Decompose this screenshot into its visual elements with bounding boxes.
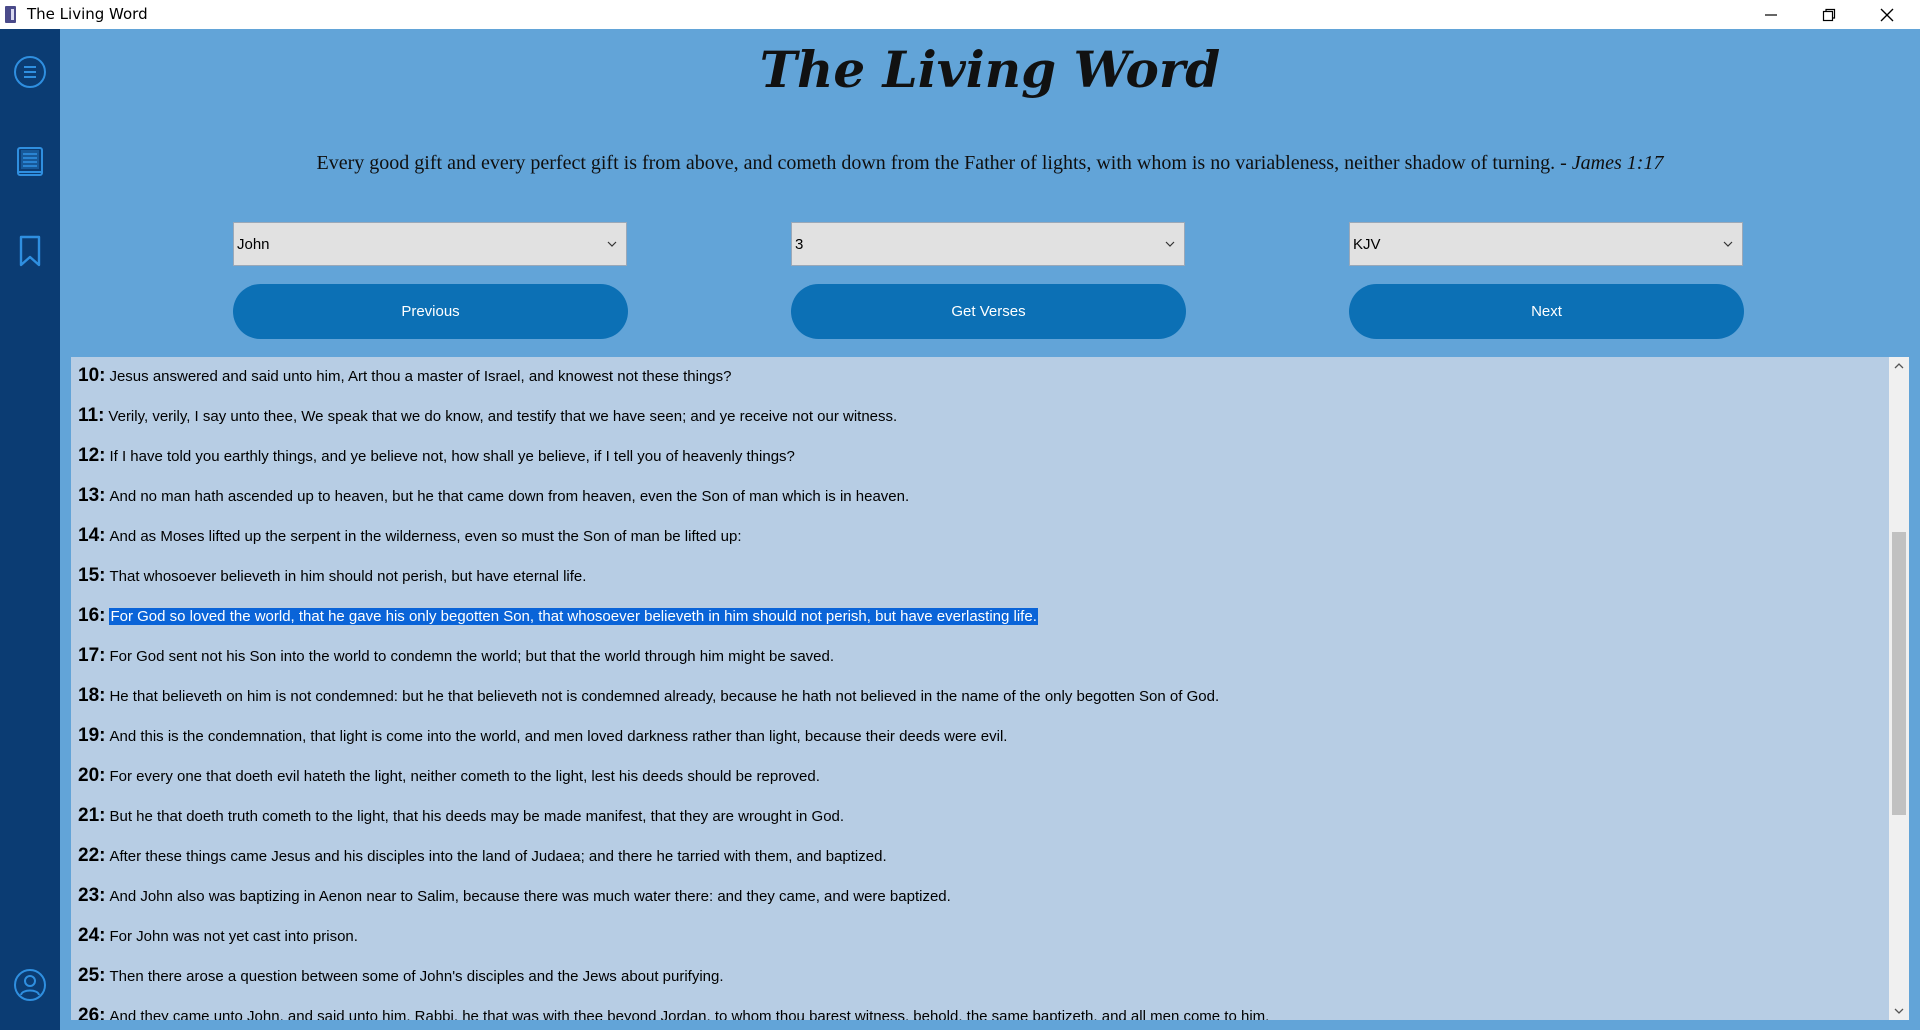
next-button[interactable]: Next xyxy=(1349,284,1744,339)
verse-text: And they came unto John, and said unto h… xyxy=(109,1008,1270,1020)
close-icon xyxy=(1880,8,1894,21)
book-select-value: John xyxy=(237,236,270,253)
verse-text: After these things came Jesus and his di… xyxy=(109,848,887,865)
verse-number: 13: xyxy=(78,485,106,506)
user-icon xyxy=(14,969,46,1001)
verse-number: 14: xyxy=(78,525,106,546)
verses-text-area[interactable]: 10: Jesus answered and said unto him, Art… xyxy=(71,357,1889,1020)
verse-row[interactable]: 22: After these things came Jesus and his… xyxy=(78,845,887,867)
window-title: The Living Word xyxy=(27,5,148,23)
verse-text: If I have told you earthly things, and y… xyxy=(109,448,795,465)
verse-number: 23: xyxy=(78,885,106,906)
window-titlebar: The Living Word xyxy=(0,0,1920,29)
verse-text: But he that doeth truth cometh to the li… xyxy=(109,808,845,825)
verse-row[interactable]: 26: And they came unto John, and said unt… xyxy=(78,1005,1269,1020)
chapter-select-value: 3 xyxy=(795,236,804,253)
verse-row[interactable]: 14: And as Moses lifted up the serpent in… xyxy=(78,525,742,547)
previous-button[interactable]: Previous xyxy=(233,284,628,339)
verse-row[interactable]: 25: Then there arose a question between s… xyxy=(78,965,724,987)
verse-text: And John also was baptizing in Aenon nea… xyxy=(109,888,951,905)
verses-scrollbar[interactable] xyxy=(1889,357,1909,1020)
daily-verse: Every good gift and every perfect gift i… xyxy=(60,152,1920,175)
daily-verse-text: Every good gift and every perfect gift i… xyxy=(316,152,1556,174)
verse-text: He that believeth on him is not condemne… xyxy=(109,688,1220,705)
version-select-value: KJV xyxy=(1353,236,1381,253)
verse-row[interactable]: 11: Verily, verily, I say unto thee, We s… xyxy=(78,405,897,427)
app-book-icon xyxy=(5,6,16,23)
verse-text: For every one that doeth evil hateth the… xyxy=(109,768,820,785)
chevron-down-icon xyxy=(1723,241,1733,247)
verse-text: For God so loved the world, that he gave… xyxy=(109,608,1038,625)
book-select[interactable]: John xyxy=(233,222,627,266)
verse-number: 26: xyxy=(78,1005,106,1020)
chevron-down-icon xyxy=(607,241,617,247)
sidebar xyxy=(0,29,60,1030)
verse-row[interactable]: 20: For every one that doeth evil hateth … xyxy=(78,765,820,787)
scroll-down-icon[interactable] xyxy=(1893,1006,1905,1016)
verse-text: And as Moses lifted up the serpent in th… xyxy=(109,528,742,545)
version-select[interactable]: KJV xyxy=(1349,222,1743,266)
verse-row[interactable]: 21: But he that doeth truth cometh to the… xyxy=(78,805,844,827)
menu-icon xyxy=(14,56,46,88)
verse-number: 12: xyxy=(78,445,106,466)
verse-number: 15: xyxy=(78,565,106,586)
verse-row[interactable]: 12: If I have told you earthly things, an… xyxy=(78,445,795,467)
restore-icon xyxy=(1822,8,1836,21)
verse-text: For God sent not his Son into the world … xyxy=(109,648,835,665)
verse-row[interactable]: 13: And no man hath ascended up to heaven… xyxy=(78,485,909,507)
bible-button[interactable] xyxy=(12,143,48,179)
verse-number: 17: xyxy=(78,645,106,666)
verse-text: Verily, verily, I say unto thee, We spea… xyxy=(108,408,898,425)
verse-row[interactable]: 18: He that believeth on him is not conde… xyxy=(78,685,1219,707)
verse-number: 24: xyxy=(78,925,106,946)
chevron-down-icon xyxy=(1165,241,1175,247)
verse-number: 20: xyxy=(78,765,106,786)
verse-row[interactable]: 16: For God so loved the world, that he g… xyxy=(78,605,1038,627)
chapter-select[interactable]: 3 xyxy=(791,222,1185,266)
app-title: The Living Word xyxy=(759,40,1221,99)
restore-button[interactable] xyxy=(1800,0,1858,29)
verse-text: Then there arose a question between some… xyxy=(109,968,724,985)
verse-number: 19: xyxy=(78,725,106,746)
menu-button[interactable] xyxy=(12,54,48,90)
minimize-button[interactable] xyxy=(1742,0,1800,29)
verse-row[interactable]: 23: And John also was baptizing in Aenon … xyxy=(78,885,951,907)
verse-row[interactable]: 19: And this is the condemnation, that li… xyxy=(78,725,1007,747)
verse-text: Jesus answered and said unto him, Art th… xyxy=(109,368,732,385)
verse-number: 11: xyxy=(78,405,105,426)
verse-row[interactable]: 17: For God sent not his Son into the wor… xyxy=(78,645,834,667)
verse-text: And this is the condemnation, that light… xyxy=(109,728,1008,745)
bookmark-icon xyxy=(19,235,41,267)
verse-row[interactable]: 24: For John was not yet cast into prison… xyxy=(78,925,358,947)
verse-row[interactable]: 10: Jesus answered and said unto him, Art… xyxy=(78,365,732,387)
scroll-up-icon[interactable] xyxy=(1893,361,1905,371)
verse-number: 22: xyxy=(78,845,106,866)
bookmarks-button[interactable] xyxy=(12,233,48,269)
get-verses-button[interactable]: Get Verses xyxy=(791,284,1186,339)
book-icon xyxy=(17,147,43,176)
verse-number: 21: xyxy=(78,805,106,826)
scroll-thumb[interactable] xyxy=(1892,532,1906,815)
verse-number: 25: xyxy=(78,965,106,986)
verse-text: For John was not yet cast into prison. xyxy=(109,928,358,945)
close-button[interactable] xyxy=(1858,0,1916,29)
verse-text: And no man hath ascended up to heaven, b… xyxy=(109,488,910,505)
verse-row[interactable]: 15: That whosoever believeth in him shoul… xyxy=(78,565,586,587)
verse-number: 10: xyxy=(78,365,106,386)
profile-button[interactable] xyxy=(12,967,48,1003)
verse-text: That whosoever believeth in him should n… xyxy=(109,568,587,585)
daily-verse-reference: - James 1:17 xyxy=(1560,152,1664,174)
verse-number: 16: xyxy=(78,605,106,626)
minimize-icon xyxy=(1765,13,1777,16)
verse-number: 18: xyxy=(78,685,106,706)
